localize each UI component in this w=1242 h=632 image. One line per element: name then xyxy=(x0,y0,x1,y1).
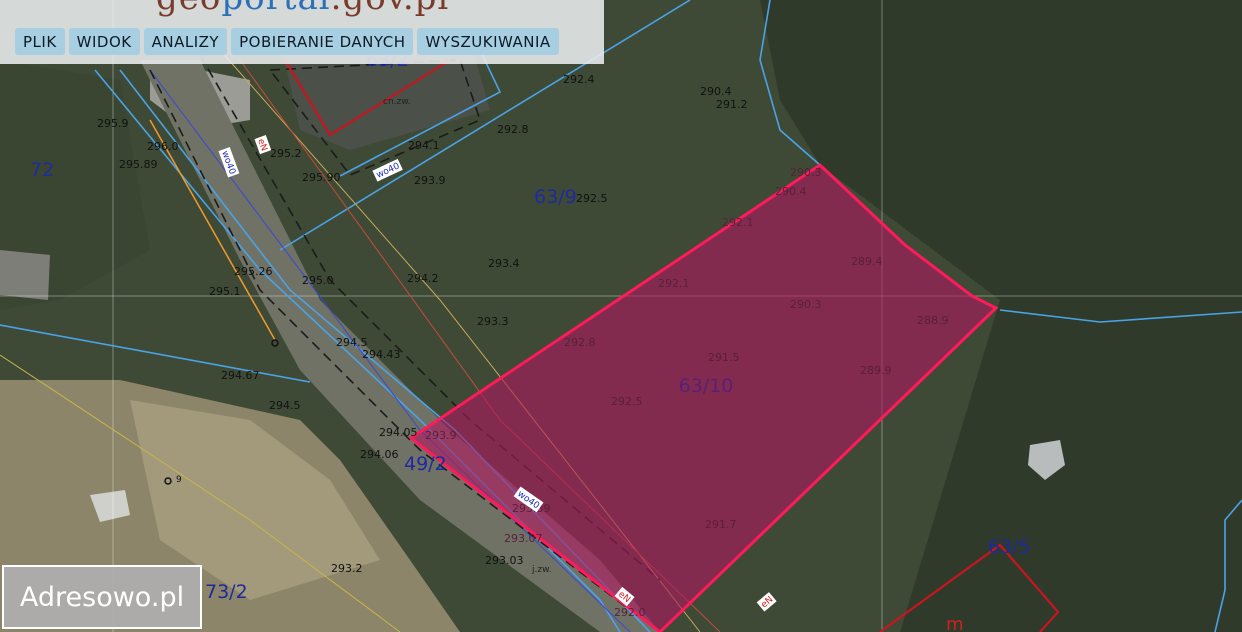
elevation-label: 294.06 xyxy=(360,448,399,461)
elevation-label: 294.5 xyxy=(269,399,301,412)
parcel-label: 72 xyxy=(30,159,54,181)
adresowo-watermark[interactable]: Adresowo.pl xyxy=(2,565,202,629)
elevation-label: 295.26 xyxy=(234,265,273,278)
elevation-label: 293.2 xyxy=(331,562,363,575)
top-toolbar: geoportal.gov.pl PLIK WIDOK ANALIZY POBI… xyxy=(0,0,604,64)
menu-widok-button[interactable]: WIDOK xyxy=(68,28,140,55)
elevation-label: 292.5 xyxy=(611,395,643,408)
elevation-label: 293.07 xyxy=(504,532,543,545)
elevation-label: 294.1 xyxy=(408,139,440,152)
structure-left xyxy=(0,250,50,300)
elevation-label: 293.4 xyxy=(488,257,520,270)
parcel-label: 63/9 xyxy=(534,186,577,208)
parcel-label: 63/5 xyxy=(988,536,1031,558)
menu-pobieranie-danych-button[interactable]: POBIERANIE DANYCH xyxy=(231,28,414,55)
elevation-label: 289.9 xyxy=(860,364,892,377)
elevation-label: 293.3 xyxy=(477,315,509,328)
elevation-label: 292.5 xyxy=(576,192,608,205)
parcel-label: 49/2 xyxy=(404,453,447,475)
small-label: m xyxy=(946,614,964,632)
small-label: cn.zw. xyxy=(383,97,411,107)
elevation-label: 292.1 xyxy=(658,277,690,290)
elevation-label: 292.1 xyxy=(722,216,754,229)
elevation-label: 295.9 xyxy=(97,117,129,130)
elevation-label: 292.4 xyxy=(563,73,595,86)
elevation-label: 291.5 xyxy=(708,351,740,364)
elevation-label: 293.9 xyxy=(425,429,457,442)
geoportal-logo: geoportal.gov.pl xyxy=(156,0,449,18)
menu-plik-button[interactable]: PLIK xyxy=(15,28,65,55)
point-label: 9 xyxy=(176,475,182,485)
elevation-label: 290.3 xyxy=(790,298,822,311)
logo-text-suffix: .gov.pl xyxy=(331,0,450,18)
elevation-label: 292.0 xyxy=(614,606,646,619)
logo-text-prefix: geo xyxy=(156,0,221,18)
elevation-label: 295.90 xyxy=(302,171,341,184)
elevation-label: 296.0 xyxy=(147,140,179,153)
parcel-label: 73/2 xyxy=(205,581,248,603)
elevation-label: 292.8 xyxy=(497,123,529,136)
elevation-label: 292.8 xyxy=(564,336,596,349)
elevation-label: 295.89 xyxy=(119,158,158,171)
elevation-label: 290.4 xyxy=(775,185,807,198)
elevation-label: 293.9 xyxy=(414,174,446,187)
elevation-label: 295.2 xyxy=(270,147,302,160)
elevation-label: 290.4 xyxy=(700,85,732,98)
menu-wyszukiwania-button[interactable]: WYSZUKIWANIA xyxy=(417,28,559,55)
map-canvas[interactable]: 63/10 63/2 72 63/9 49/2 63/5 73/2 292.4 … xyxy=(0,0,1242,632)
main-menu: PLIK WIDOK ANALIZY POBIERANIE DANYCH WYS… xyxy=(15,28,559,55)
elevation-label: 294.05 xyxy=(379,426,418,439)
elevation-label: 294.67 xyxy=(221,369,260,382)
elevation-label: 291.2 xyxy=(716,98,748,111)
logo-text-accent: portal xyxy=(221,0,330,18)
elevation-label: 289.4 xyxy=(851,255,883,268)
menu-analizy-button[interactable]: ANALIZY xyxy=(143,28,228,55)
elevation-label: 293.03 xyxy=(485,554,524,567)
parcel-label-highlighted: 63/10 xyxy=(679,375,734,397)
elevation-label: 294.43 xyxy=(362,348,401,361)
elevation-label: 291.7 xyxy=(705,518,737,531)
elevation-label: 288.9 xyxy=(917,314,949,327)
elevation-label: 295.1 xyxy=(209,285,241,298)
elevation-label: 290.3 xyxy=(790,166,822,179)
small-label: j.zw. xyxy=(531,565,551,575)
elevation-label: 294.2 xyxy=(407,272,439,285)
elevation-label: 295.0 xyxy=(302,274,334,287)
